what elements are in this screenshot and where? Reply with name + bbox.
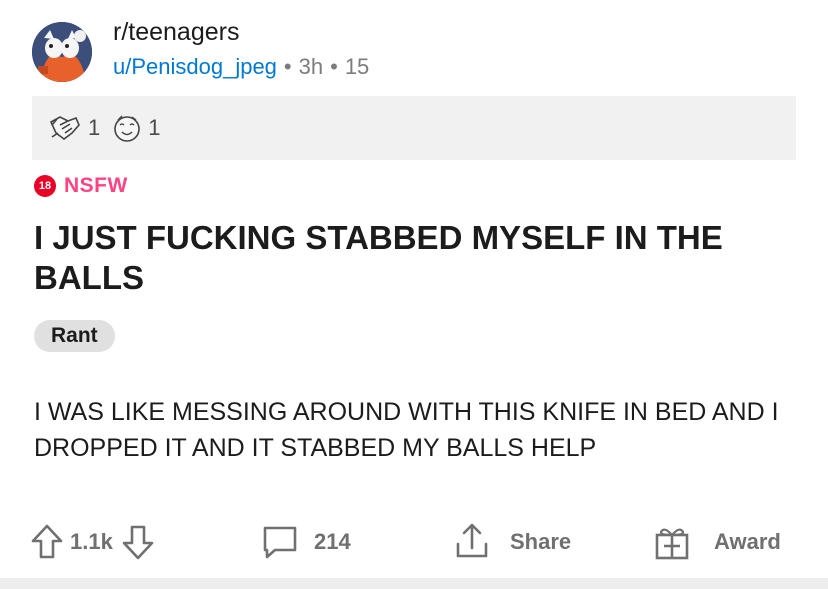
award-item[interactable]: 1 <box>48 113 100 143</box>
gift-icon <box>655 528 689 560</box>
award-button[interactable]: Award <box>652 518 781 566</box>
award-item[interactable]: 1 <box>112 113 161 143</box>
subreddit-name[interactable]: r/teenagers <box>113 18 239 47</box>
share-label: Share <box>510 529 572 554</box>
post-actions-bar: 1.1k 214 Share Award <box>30 518 800 566</box>
awards-bar[interactable]: 1 1 <box>32 96 796 160</box>
subreddit-avatar[interactable] <box>32 22 92 82</box>
post-body: I WAS LIKE MESSING AROUND WITH THIS KNIF… <box>34 398 779 462</box>
author-link[interactable]: u/Penisdog_jpeg <box>113 54 277 79</box>
upvote-arrow-icon[interactable] <box>30 522 64 562</box>
award-label: Award <box>714 529 781 554</box>
post-title[interactable]: I JUST FUCKING STABBED MYSELF IN THE BAL… <box>34 218 804 298</box>
award-count: 1 <box>88 115 101 140</box>
nsfw-18-icon: 18 <box>34 175 56 197</box>
post-score-small: 15 <box>344 54 370 79</box>
separator-dot: • <box>330 54 338 79</box>
post-header: r/teenagers u/Penisdog_jpeg • 3h • 15 <box>32 16 792 86</box>
post-flair[interactable]: Rant <box>34 320 115 352</box>
comment-count: 214 <box>314 529 351 554</box>
share-button[interactable]: Share <box>452 518 571 566</box>
comments-button[interactable]: 214 <box>260 518 351 566</box>
separator-dot: • <box>283 54 292 79</box>
wholesome-face-award-icon <box>114 115 141 142</box>
subreddit-avatar-icon <box>32 22 92 82</box>
share-icon <box>456 523 488 558</box>
nsfw-label: NSFW <box>64 174 128 197</box>
bottom-divider <box>0 578 828 589</box>
downvote-arrow-icon[interactable] <box>121 522 155 562</box>
handshake-award-icon <box>49 116 80 140</box>
post-time: 3h <box>298 54 324 79</box>
award-count: 1 <box>148 115 161 140</box>
vote-count: 1.1k <box>70 529 113 554</box>
vote-group: 1.1k <box>30 518 155 566</box>
post-meta: u/Penisdog_jpeg • 3h • 15 <box>113 54 369 80</box>
comment-bubble-icon <box>263 526 297 559</box>
nsfw-tag: 18 NSFW <box>34 174 128 198</box>
